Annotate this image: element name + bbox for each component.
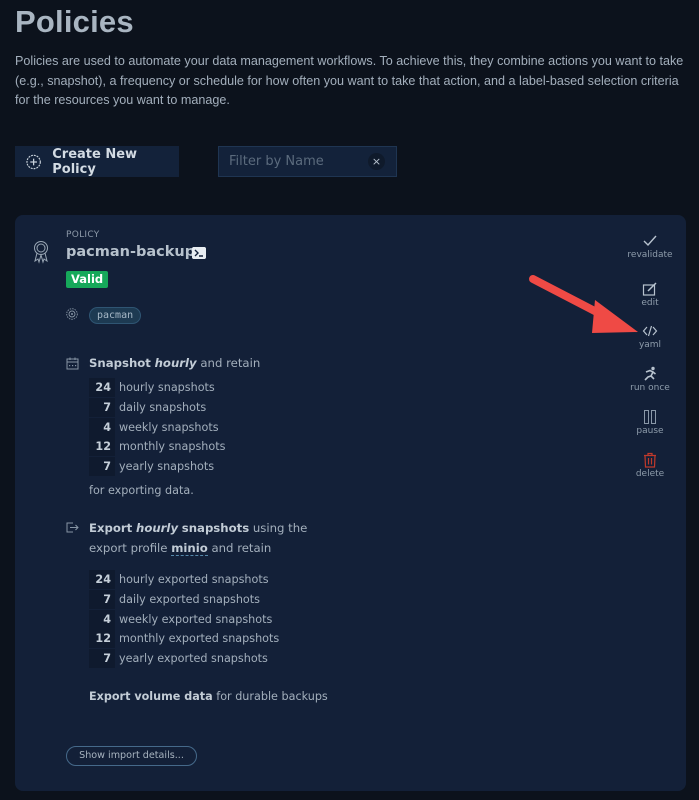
run-once-label: run once [630,383,670,393]
export-heading-line2-post: and retain [211,540,272,555]
code-icon [642,325,658,337]
retention-label: weekly snapshots [119,420,219,434]
policy-card: POLICY pacman-backup Valid pacman Snapsh… [15,215,686,791]
retention-row: 7 daily snapshots [89,398,225,418]
target-icon [66,308,78,320]
yaml-button[interactable]: yaml [615,323,685,350]
award-icon [34,241,48,264]
retention-label: yearly snapshots [119,460,215,474]
edit-button[interactable]: edit [615,281,685,308]
calendar-icon [66,357,79,370]
retention-row: 7 yearly snapshots [89,457,225,477]
revalidate-label: revalidate [627,250,673,260]
plus-circle-icon [26,154,41,169]
retention-count: 4 [89,609,115,629]
retention-row: 4 weekly exported snapshots [89,609,279,629]
retention-row: 12 monthly exported snapshots [89,629,279,649]
retention-label: monthly exported snapshots [119,632,280,646]
export-heading-mid: using the [252,521,308,535]
retention-label: weekly exported snapshots [119,612,273,626]
export-profile-link[interactable]: minio [171,540,208,556]
snapshot-footer: for exporting data. [89,484,194,497]
run-icon [644,366,656,381]
run-once-button[interactable]: run once [615,366,685,393]
show-import-details-button[interactable]: Show import details... [66,746,197,766]
retention-count: 7 [89,457,115,477]
retention-count: 7 [89,398,115,418]
export-volume-tail: for durable backups [216,690,328,703]
retention-label: daily snapshots [119,401,207,415]
retention-label: hourly exported snapshots [119,573,269,587]
snapshot-heading-tail: and retain [200,356,261,370]
retention-label: monthly snapshots [119,440,226,454]
selector-label-pill: pacman [89,307,142,324]
retention-label: hourly snapshots [119,381,215,395]
retention-count: 24 [89,570,115,590]
trash-icon [644,452,656,468]
edit-icon [642,282,657,296]
export-heading-line2-pre: export profile [89,540,168,555]
terminal-icon[interactable] [192,247,206,259]
page-title: Policies [15,4,134,39]
delete-button[interactable]: delete [615,452,685,479]
filter-by-name-field: × [218,146,397,177]
retention-count: 7 [89,590,115,610]
retention-row: 24 hourly exported snapshots [89,570,279,590]
export-heading-bold: Export [89,521,133,535]
page-description: Policies are used to automate your data … [15,54,684,107]
export-frequency: hourly [136,521,179,535]
retention-count: 24 [89,378,115,398]
export-heading-bold2: snapshots [181,521,250,535]
snapshot-heading: Snapshot hourly and retain [89,354,260,374]
retention-count: 12 [89,629,115,649]
policy-kind-label: POLICY [66,230,100,240]
pause-label: pause [636,426,664,436]
snapshot-retention-list: 24 hourly snapshots 7 daily snapshots 4 wee… [89,378,225,477]
retention-count: 4 [89,417,115,437]
retention-row: 7 yearly exported snapshots [89,649,279,669]
filter-by-name-input[interactable] [219,154,364,169]
yaml-label: yaml [638,340,662,350]
clear-filter-button[interactable]: × [368,153,385,170]
revalidate-button[interactable]: revalidate [615,233,685,260]
policy-name: pacman-backup [66,244,196,260]
export-icon [66,522,79,533]
create-new-policy-button[interactable]: Create New Policy [15,146,179,177]
snapshot-frequency: hourly [154,356,197,370]
retention-row: 12 monthly snapshots [89,437,225,457]
retention-row: 7 daily exported snapshots [89,590,279,610]
pause-icon [644,410,656,424]
retention-row: 24 hourly snapshots [89,378,225,398]
export-retention-list: 24 hourly exported snapshots 7 daily expor… [89,570,279,669]
status-badge: Valid [66,271,109,288]
create-new-policy-label: Create New Policy [52,146,138,177]
retention-row: 4 weekly snapshots [89,417,225,437]
delete-label: delete [635,469,665,479]
export-volume-bold: Export volume data [89,690,213,703]
retention-count: 7 [89,649,115,669]
check-icon [643,235,657,247]
retention-label: daily exported snapshots [119,593,260,607]
export-volume-note: Export volume data for durable backups [89,690,328,703]
retention-count: 12 [89,437,115,457]
retention-label: yearly exported snapshots [119,652,268,666]
export-heading: Export hourly snapshots using the export… [89,519,307,558]
snapshot-heading-bold: Snapshot [89,356,151,370]
pause-button[interactable]: pause [615,409,685,436]
edit-label: edit [641,298,659,308]
